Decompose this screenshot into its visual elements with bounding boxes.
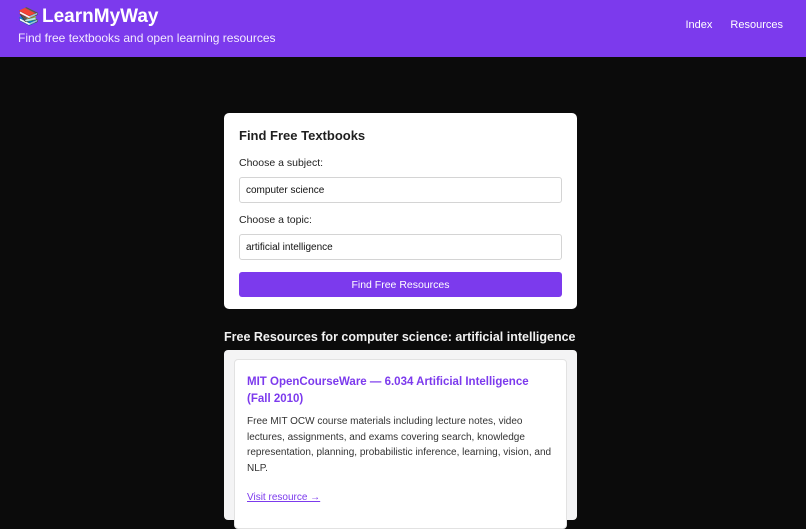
subject-input[interactable] — [239, 177, 562, 203]
result-title[interactable]: MIT OpenCourseWare — 6.034 Artificial In… — [247, 374, 554, 408]
results-heading: Free Resources for computer science: art… — [224, 330, 576, 344]
top-nav: Index Resources — [686, 19, 784, 31]
books-icon: 📚 — [18, 7, 40, 26]
search-card-title: Find Free Textbooks — [239, 128, 366, 143]
results-panel: MIT OpenCourseWare — 6.034 Artificial In… — [224, 350, 577, 529]
nav-link-resources[interactable]: Resources — [730, 19, 783, 31]
visit-resource-link[interactable]: Visit resource → — [247, 492, 320, 503]
brand-title[interactable]: LearnMyWay — [42, 6, 159, 28]
search-card: Find Free Textbooks Choose a subject: Ch… — [224, 113, 577, 309]
brand[interactable]: 📚 LearnMyWay — [18, 6, 159, 28]
topic-label: Choose a topic: — [239, 214, 312, 226]
find-resources-button[interactable]: Find Free Resources — [239, 272, 562, 297]
tagline: Find free textbooks and open learning re… — [18, 31, 276, 45]
topic-input[interactable] — [239, 234, 562, 260]
nav-link-index[interactable]: Index — [686, 19, 713, 31]
site-header: 📚 LearnMyWay Find free textbooks and ope… — [0, 0, 806, 57]
result-card: MIT OpenCourseWare — 6.034 Artificial In… — [234, 359, 567, 529]
subject-label: Choose a subject: — [239, 157, 324, 169]
result-description: Free MIT OCW course materials including … — [247, 416, 552, 474]
